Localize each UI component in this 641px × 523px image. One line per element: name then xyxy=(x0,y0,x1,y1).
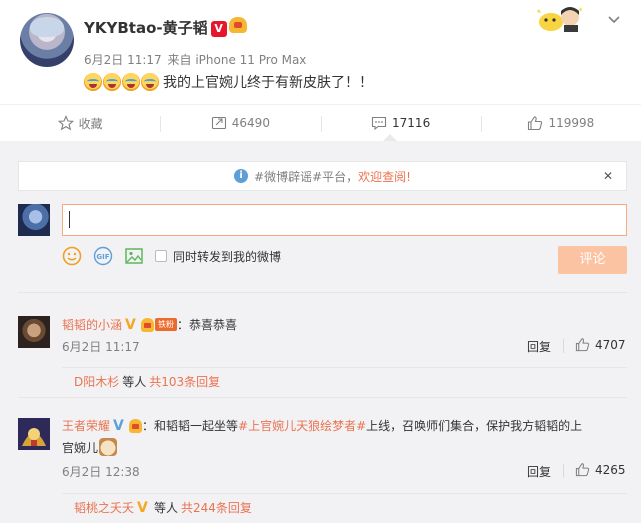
comment-time: 6月2日 11:17 xyxy=(62,340,140,354)
comment-text: ：和韬韬一起坐等 xyxy=(142,419,239,433)
comment-time: 6月2日 12:38 xyxy=(62,465,140,479)
comment-hashtag[interactable]: #上官婉儿天狼绘梦者# xyxy=(238,417,366,434)
like-count: 119998 xyxy=(548,116,595,130)
favorite-button[interactable]: 收藏 xyxy=(0,105,160,141)
post-text: 我的上官婉儿终于有新皮肤了！！ xyxy=(84,72,373,92)
composer-toolbar: GIF 同时转发到我的微博 xyxy=(62,246,281,266)
comment-avatar[interactable] xyxy=(18,316,50,348)
post-body: 我的上官婉儿终于有新皮肤了！！ xyxy=(163,75,373,91)
comment-input[interactable] xyxy=(62,204,627,236)
thumbs-up-icon xyxy=(575,338,590,352)
favorite-label: 收藏 xyxy=(78,116,103,131)
crying-emoji-icon xyxy=(122,73,140,91)
comment-icon xyxy=(371,116,387,131)
post-meta: 6月2日 11:17 来自 iPhone 11 Pro Max xyxy=(84,51,306,68)
repost-count: 46490 xyxy=(231,116,270,130)
post-header: YKYBtao-黄子韬 V 6月2日 11:17 来自 iPhone 11 Pro… xyxy=(0,0,641,100)
reply-button[interactable]: 回复 xyxy=(527,338,551,355)
comment-panel: i #微博辟谣#平台， 欢迎查阅! ✕ GIF 同时转发到我的微博 评论 韬韬的… xyxy=(0,141,641,523)
sub-replies-summary[interactable]: 韬桃之夭夭 V 等人 共244条回复 xyxy=(62,493,627,521)
member-crown-icon xyxy=(129,418,143,433)
separator xyxy=(563,339,564,353)
separator xyxy=(563,464,564,478)
divider xyxy=(18,292,627,293)
info-icon: i xyxy=(234,169,249,183)
comment-button[interactable]: 17116 xyxy=(320,105,481,141)
comment-tab-caret xyxy=(383,134,397,141)
rumor-notice-bar: i #微博辟谣#平台， 欢迎查阅! ✕ xyxy=(18,161,627,191)
sub-reply-mid: 等人 xyxy=(154,501,179,515)
member-crown-icon xyxy=(141,317,155,332)
verified-v-icon: V xyxy=(113,417,124,434)
verified-v-icon: V xyxy=(210,21,227,37)
comment-line: 韬韬的小涵 V 铁粉 ：恭喜恭喜 xyxy=(62,316,237,333)
notice-text: #微博辟谣#平台， xyxy=(254,169,359,184)
comment-line: 官婉儿 xyxy=(62,438,118,456)
submit-comment-button[interactable]: 评论 xyxy=(558,246,627,274)
sub-reply-count[interactable]: 共103条回复 xyxy=(149,373,220,390)
member-crown-icon xyxy=(228,17,247,33)
comment-text: 官婉儿 xyxy=(62,440,99,455)
divider xyxy=(18,397,627,398)
comment-like-count: 4265 xyxy=(595,462,626,477)
comment-text: ：恭喜恭喜 xyxy=(177,318,238,332)
author-username[interactable]: YKYBtao-黄子韬 xyxy=(84,19,208,37)
author-avatar[interactable] xyxy=(20,13,74,67)
svg-text:GIF: GIF xyxy=(96,253,109,261)
notice-link[interactable]: 欢迎查阅! xyxy=(358,168,411,185)
repost-checkbox-label: 同时转发到我的微博 xyxy=(173,249,282,264)
sub-replies-summary[interactable]: D阳木杉 等人 共103条回复 xyxy=(62,367,627,395)
verified-v-icon: V xyxy=(125,316,136,333)
comment-username[interactable]: 韬韬的小涵 xyxy=(62,316,122,333)
crying-emoji-icon xyxy=(141,73,159,91)
author-name-line: YKYBtao-黄子韬 V xyxy=(84,17,247,38)
crying-emoji-icon xyxy=(103,73,121,91)
verified-v-icon: V xyxy=(137,499,148,516)
card-decoration-icon[interactable] xyxy=(537,5,583,33)
image-icon[interactable] xyxy=(124,246,144,266)
crying-emoji-icon xyxy=(84,73,102,91)
thumbs-up-icon xyxy=(528,116,543,131)
close-icon[interactable]: ✕ xyxy=(601,169,615,183)
chevron-down-icon[interactable] xyxy=(606,13,622,29)
post-action-bar: 收藏 46490 17116 119998 xyxy=(0,104,641,142)
comment-line: 王者荣耀 V ：和韬韬一起坐等 #上官婉儿天狼绘梦者# 上线，召唤师们集合，保护… xyxy=(62,417,582,434)
gif-icon[interactable]: GIF xyxy=(93,246,113,266)
star-icon xyxy=(57,115,74,131)
sub-reply-mid: 等人 xyxy=(122,375,147,389)
repost-checkbox[interactable] xyxy=(155,250,167,262)
post-from-label: 来自 xyxy=(167,53,192,67)
repost-icon xyxy=(211,116,226,130)
thumbs-up-icon xyxy=(575,463,590,477)
sub-reply-count[interactable]: 共244条回复 xyxy=(181,499,252,516)
current-user-avatar[interactable] xyxy=(18,204,50,236)
like-button[interactable]: 119998 xyxy=(480,105,641,141)
fan-badge: 铁粉 xyxy=(155,318,178,331)
sub-reply-user[interactable]: D阳木杉 xyxy=(74,373,119,390)
comment-like-button[interactable]: 4265 xyxy=(575,462,626,477)
text-cursor xyxy=(69,211,70,228)
comment-text: 上线，召唤师们集合，保护我方韬韬的上 xyxy=(366,419,583,433)
cat-emoji-icon xyxy=(99,438,118,456)
emoji-icon[interactable] xyxy=(62,246,82,266)
comment-avatar[interactable] xyxy=(18,418,50,450)
comment-like-button[interactable]: 4707 xyxy=(575,337,626,352)
comment-count: 17116 xyxy=(392,116,431,130)
reply-button[interactable]: 回复 xyxy=(527,463,551,480)
post-date[interactable]: 6月2日 11:17 xyxy=(84,53,162,67)
comment-username[interactable]: 王者荣耀 xyxy=(62,417,110,434)
repost-button[interactable]: 46490 xyxy=(160,105,320,141)
comment-like-count: 4707 xyxy=(595,337,626,352)
post-device: iPhone 11 Pro Max xyxy=(195,53,307,67)
sub-reply-user[interactable]: 韬桃之夭夭 xyxy=(74,499,134,516)
